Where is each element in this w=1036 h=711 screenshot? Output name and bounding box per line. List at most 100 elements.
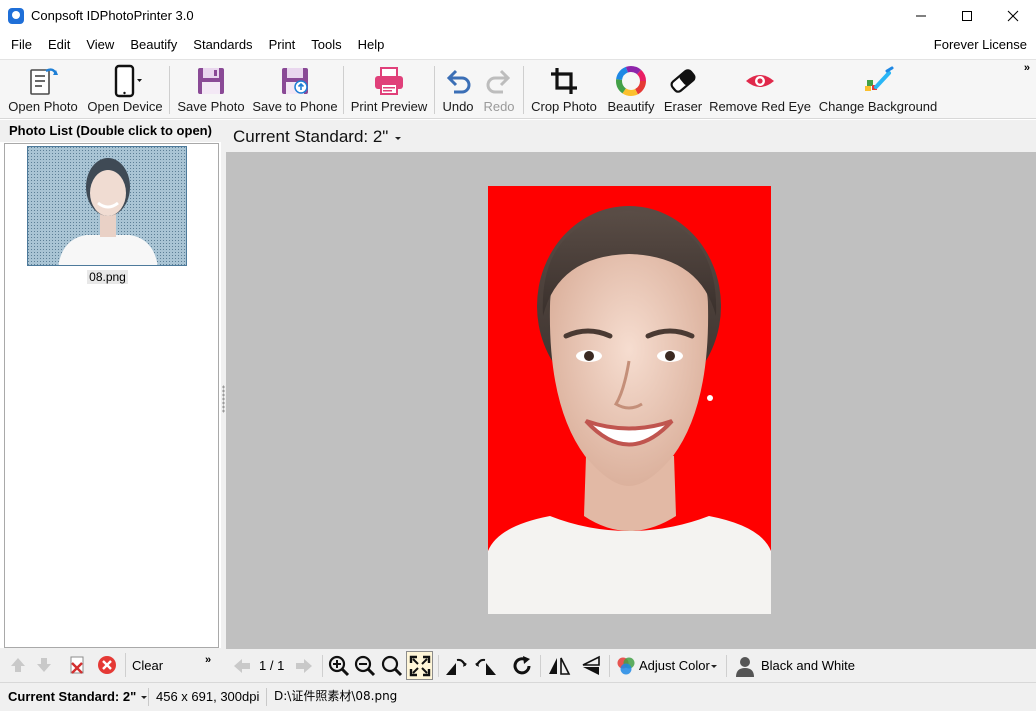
redo-button[interactable]: Redo bbox=[480, 60, 518, 118]
redo-label: Redo bbox=[483, 99, 515, 114]
black-and-white-label: Black and White bbox=[761, 658, 855, 673]
toolbar-separator bbox=[343, 66, 344, 114]
status-file-path: D:\证件照素材\08.png bbox=[274, 689, 398, 703]
change-background-icon bbox=[865, 66, 894, 91]
title-bar: Conpsoft IDPhotoPrinter 3.0 bbox=[0, 0, 1036, 31]
menu-beautify[interactable]: Beautify bbox=[122, 31, 185, 59]
fit-window-icon bbox=[409, 655, 430, 676]
undo-button[interactable]: Undo bbox=[439, 60, 477, 118]
status-standard-dropdown[interactable]: Current Standard: 2" bbox=[8, 683, 148, 711]
rotate-left-button[interactable] bbox=[443, 653, 467, 678]
eraser-icon bbox=[670, 69, 696, 93]
window-title: Conpsoft IDPhotoPrinter 3.0 bbox=[31, 8, 194, 23]
menu-tools[interactable]: Tools bbox=[303, 31, 349, 59]
print-preview-button[interactable]: Print Preview bbox=[349, 60, 429, 118]
save-photo-label: Save Photo bbox=[177, 99, 245, 114]
move-up-button[interactable] bbox=[7, 653, 29, 677]
dropdown-arrow-icon bbox=[395, 136, 402, 140]
close-icon bbox=[1007, 10, 1019, 21]
current-standard-dropdown[interactable]: Current Standard: 2" bbox=[233, 127, 402, 147]
open-device-button[interactable]: Open Device bbox=[86, 60, 164, 118]
remove-red-eye-label: Remove Red Eye bbox=[709, 99, 811, 114]
minimize-icon bbox=[916, 15, 926, 16]
next-page-button[interactable] bbox=[294, 653, 314, 678]
photo-list-overflow-button[interactable]: » bbox=[205, 648, 211, 672]
adjust-color-dropdown[interactable]: Adjust Color bbox=[615, 653, 718, 678]
zoom-out-button[interactable] bbox=[354, 653, 376, 678]
id-photo[interactable] bbox=[488, 186, 771, 614]
eraser-button[interactable]: Eraser bbox=[660, 60, 706, 118]
flip-vertical-button[interactable] bbox=[580, 653, 602, 678]
remove-red-eye-button[interactable]: Remove Red Eye bbox=[709, 60, 811, 118]
flip-horizontal-button[interactable] bbox=[547, 653, 571, 678]
menu-standards[interactable]: Standards bbox=[185, 31, 260, 59]
photo-thumbnail[interactable] bbox=[27, 146, 187, 266]
menu-print[interactable]: Print bbox=[261, 31, 304, 59]
photo-filename: 08.png bbox=[87, 270, 128, 284]
rotate-right-button[interactable] bbox=[475, 653, 499, 678]
rotate-button[interactable] bbox=[511, 653, 533, 678]
redo-icon bbox=[486, 69, 511, 94]
page-indicator: 1 / 1 bbox=[259, 658, 285, 673]
save-to-phone-button[interactable]: Save to Phone bbox=[251, 60, 339, 118]
crop-icon bbox=[551, 68, 577, 94]
app-logo-icon bbox=[8, 7, 24, 24]
red-eye-icon bbox=[746, 75, 774, 87]
photo-list-toolbar: Clear » bbox=[0, 648, 222, 682]
crop-photo-label: Crop Photo bbox=[531, 99, 597, 114]
save-to-phone-icon bbox=[282, 68, 308, 94]
preview-toolbar-separator bbox=[322, 655, 323, 677]
move-down-button[interactable] bbox=[33, 653, 55, 677]
save-icon bbox=[198, 68, 224, 94]
fit-to-window-button[interactable] bbox=[406, 651, 433, 680]
open-photo-button[interactable]: Open Photo bbox=[6, 60, 80, 118]
clear-button[interactable]: Clear bbox=[132, 653, 163, 677]
toolbar-overflow-button[interactable]: » bbox=[1024, 62, 1030, 74]
dropdown-arrow-icon bbox=[140, 696, 147, 699]
beautify-button[interactable]: Beautify bbox=[604, 60, 658, 118]
preview-toolbar: 1 / 1 Adjust Color Black and White bbox=[226, 649, 1036, 682]
zoom-in-button[interactable] bbox=[328, 653, 350, 678]
preview-toolbar-separator bbox=[438, 655, 439, 677]
prev-page-button[interactable] bbox=[232, 653, 252, 678]
refresh-icon bbox=[513, 655, 531, 674]
undo-icon bbox=[446, 69, 471, 94]
menu-edit[interactable]: Edit bbox=[40, 31, 78, 59]
standard-bar: Current Standard: 2" bbox=[226, 120, 1036, 152]
delete-photo-button[interactable] bbox=[64, 653, 90, 677]
preview-toolbar-separator bbox=[540, 655, 541, 677]
print-preview-label: Print Preview bbox=[350, 99, 428, 114]
close-circle-icon bbox=[98, 656, 116, 674]
main-toolbar: Open Photo Open Device Save Photo Save t… bbox=[0, 59, 1036, 119]
toolbar-separator bbox=[169, 66, 170, 114]
zoom-out-icon bbox=[354, 655, 376, 676]
black-and-white-button[interactable]: Black and White bbox=[734, 653, 855, 678]
window-controls bbox=[898, 0, 1036, 31]
open-photo-label: Open Photo bbox=[8, 99, 78, 114]
open-device-label: Open Device bbox=[87, 99, 163, 114]
toolbar-separator bbox=[434, 66, 435, 114]
remove-all-button[interactable] bbox=[95, 653, 119, 677]
license-link[interactable]: Forever License bbox=[934, 31, 1027, 59]
actual-size-button[interactable] bbox=[381, 653, 403, 678]
current-standard-label: Current Standard: 2" bbox=[233, 127, 389, 146]
menu-file[interactable]: File bbox=[3, 31, 40, 59]
crop-photo-button[interactable]: Crop Photo bbox=[529, 60, 599, 118]
beautify-label: Beautify bbox=[607, 99, 655, 114]
menu-bar: File Edit View Beautify Standards Print … bbox=[0, 31, 1036, 59]
change-background-label: Change Background bbox=[818, 99, 938, 114]
toolbar-separator bbox=[523, 66, 524, 114]
maximize-icon bbox=[962, 10, 972, 21]
status-dimensions: 456 x 691, 300dpi bbox=[156, 689, 260, 704]
maximize-button[interactable] bbox=[944, 0, 990, 31]
zoom-in-icon bbox=[328, 655, 350, 676]
save-photo-button[interactable]: Save Photo bbox=[176, 60, 246, 118]
close-button[interactable] bbox=[990, 0, 1036, 31]
change-background-button[interactable]: Change Background bbox=[817, 60, 939, 118]
menu-help[interactable]: Help bbox=[350, 31, 393, 59]
minimize-button[interactable] bbox=[898, 0, 944, 31]
photo-canvas[interactable] bbox=[226, 152, 1036, 649]
menu-view[interactable]: View bbox=[78, 31, 122, 59]
zoom-icon bbox=[381, 655, 403, 676]
splitter-grip bbox=[222, 385, 225, 413]
